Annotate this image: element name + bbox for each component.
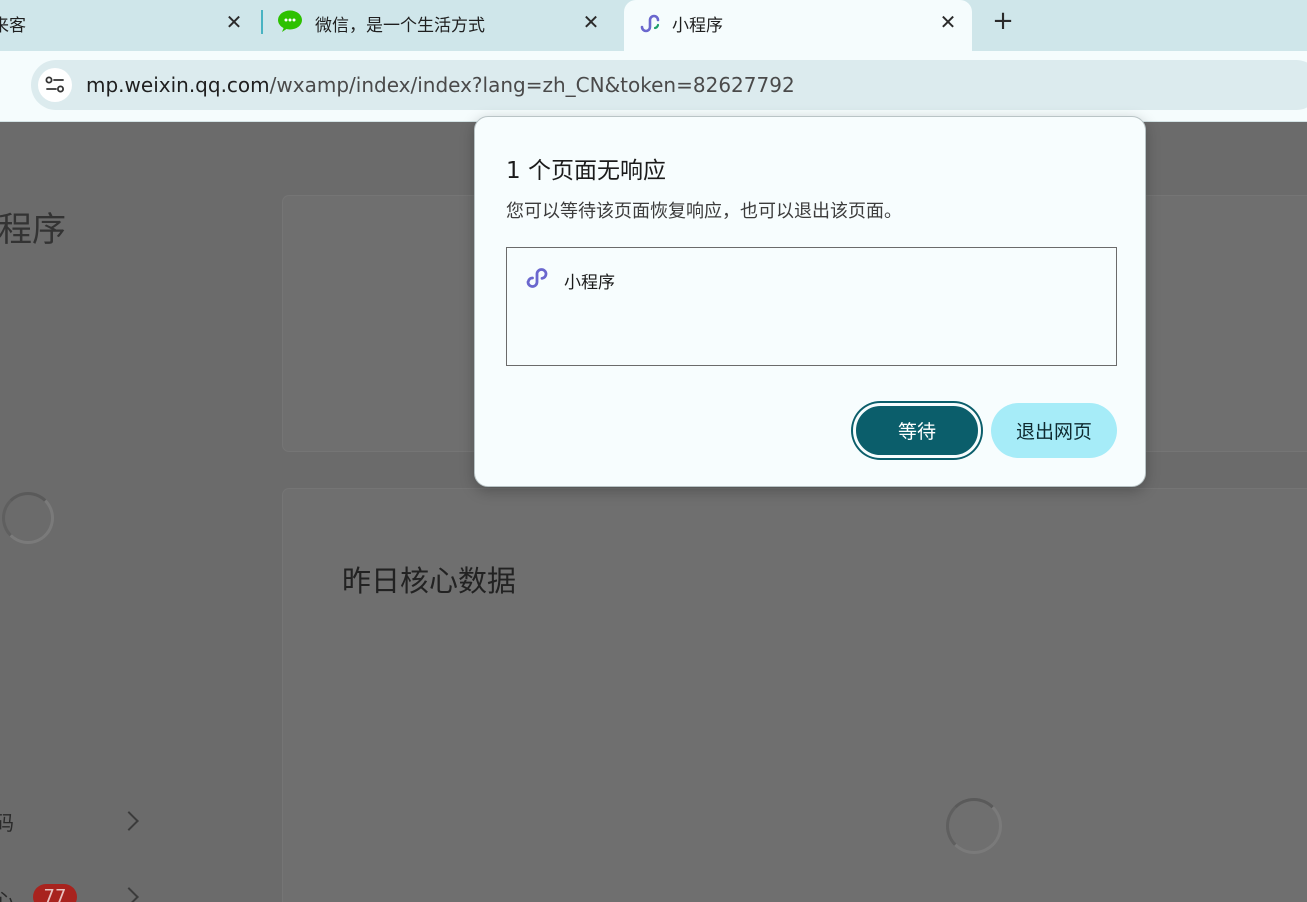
list-item-label: 小程序: [564, 272, 615, 293]
close-icon[interactable]: ✕: [223, 10, 245, 34]
list-item: 小程序: [525, 266, 615, 294]
plus-icon[interactable]: +: [990, 8, 1016, 35]
address-bar[interactable]: mp.weixin.qq.com/wxamp/index/index?lang=…: [31, 60, 1307, 110]
unresponsive-page-list: 小程序: [506, 247, 1117, 366]
tab-separator: [261, 10, 263, 34]
tab-title: 小程序: [672, 16, 723, 36]
toolbar: mp.weixin.qq.com/wxamp/index/index?lang=…: [0, 51, 1307, 122]
chevron-right-icon: [119, 811, 139, 831]
chevron-right-icon: [119, 887, 139, 902]
loading-spinner: [2, 492, 54, 544]
mini-program-icon: [639, 13, 661, 38]
close-icon[interactable]: ✕: [580, 10, 602, 34]
exit-page-button[interactable]: 退出网页: [991, 403, 1117, 458]
count-badge: 77: [33, 884, 77, 902]
close-icon[interactable]: ✕: [937, 10, 959, 34]
sidebar-item[interactable]: 码: [0, 807, 14, 836]
page-title: 程序: [0, 210, 66, 250]
sidebar-item-label: 心: [0, 889, 14, 902]
dialog-description: 您可以等待该页面恢复响应，也可以退出该页面。: [506, 201, 902, 222]
page-unresponsive-dialog: 1 个页面无响应 您可以等待该页面恢复响应，也可以退出该页面。 小程序 等待 退…: [474, 116, 1146, 487]
site-info-icon[interactable]: [38, 68, 72, 102]
mini-program-icon: [525, 266, 549, 294]
tab-laike[interactable]: 来客 ✕: [0, 0, 260, 44]
tab-title: 来客: [0, 16, 26, 36]
url-path: /wxamp/index/index?lang=zh_CN&token=8262…: [269, 73, 795, 97]
sidebar-item-label: 码: [0, 811, 14, 835]
url-text[interactable]: mp.weixin.qq.com/wxamp/index/index?lang=…: [86, 73, 795, 97]
tab-wechat[interactable]: 微信，是一个生活方式 ✕: [264, 0, 619, 44]
wechat-icon: [278, 10, 304, 39]
tab-strip: 来客 ✕ 微信，是一个生活方式 ✕ 小程序 ✕ +: [0, 0, 1307, 51]
loading-spinner: [946, 798, 1002, 854]
core-data-card: [283, 489, 1307, 902]
tab-title: 微信，是一个生活方式: [315, 16, 485, 36]
sidebar-item[interactable]: 心: [0, 885, 14, 902]
dialog-title: 1 个页面无响应: [506, 158, 666, 184]
wait-button[interactable]: 等待: [853, 403, 981, 458]
tab-mini-program[interactable]: 小程序 ✕: [624, 0, 972, 51]
url-host: mp.weixin.qq.com: [86, 73, 270, 97]
card-heading: 昨日核心数据: [342, 564, 517, 598]
